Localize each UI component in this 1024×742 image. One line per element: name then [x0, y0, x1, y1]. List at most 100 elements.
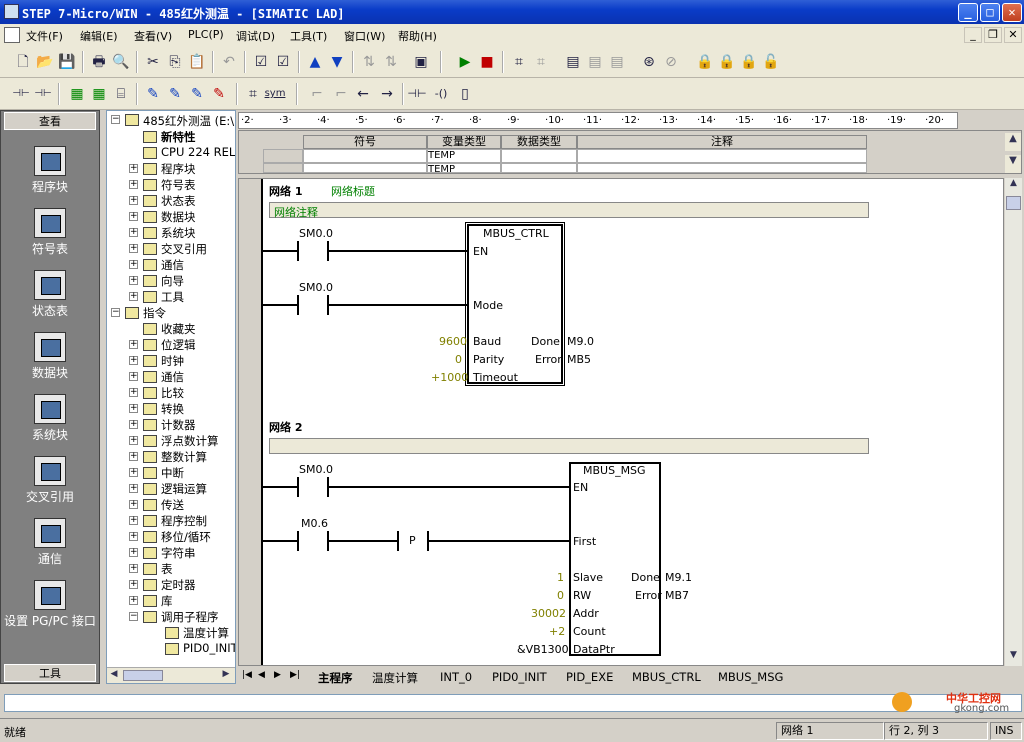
expand-icon[interactable]: +: [129, 196, 138, 205]
tree-item[interactable]: 整数计算: [161, 449, 207, 465]
network-1-label[interactable]: 网络 1: [269, 183, 302, 199]
paste-icon[interactable]: 📋: [186, 51, 208, 73]
coil-icon[interactable]: -(): [430, 83, 452, 105]
editor-vscrollbar[interactable]: ▲ ▼: [1005, 178, 1022, 666]
new-file-icon[interactable]: 🗋: [12, 51, 34, 73]
expand-icon[interactable]: +: [129, 532, 138, 541]
copy-icon[interactable]: ⎘: [164, 51, 186, 73]
table-cell[interactable]: [577, 163, 867, 173]
insert-network-icon[interactable]: ✎: [142, 83, 164, 105]
expand-icon[interactable]: +: [129, 340, 138, 349]
tree-item[interactable]: 数据块: [161, 209, 196, 225]
tree-item[interactable]: 计数器: [161, 417, 196, 433]
remove-bookmarks-icon[interactable]: ✎: [208, 83, 230, 105]
expand-icon[interactable]: +: [129, 180, 138, 189]
insert-contact-icon[interactable]: ⊣⊢: [10, 83, 32, 105]
tree-item[interactable]: 收藏夹: [161, 321, 196, 337]
mdi-close-icon[interactable]: ✕: [1004, 27, 1022, 43]
tree-item[interactable]: 库: [161, 593, 173, 609]
tab-pid-exe[interactable]: PID_EXE: [566, 670, 613, 684]
save-icon[interactable]: 💾: [56, 51, 78, 73]
expand-icon[interactable]: +: [129, 276, 138, 285]
contact-m06[interactable]: [297, 531, 299, 551]
tree-item[interactable]: 温度计算: [183, 625, 229, 641]
unlock-all-icon[interactable]: 🔒: [738, 51, 760, 73]
expand-icon[interactable]: +: [129, 596, 138, 605]
contact-n2-sm00[interactable]: [297, 477, 299, 497]
table-cell[interactable]: [501, 149, 577, 163]
tab-next-icon[interactable]: ▶: [274, 670, 281, 680]
box-icon[interactable]: ▯: [454, 83, 476, 105]
done-output-m90[interactable]: M9.0: [567, 335, 594, 348]
tab-int0[interactable]: INT_0: [440, 670, 472, 684]
tab-first-icon[interactable]: |◀: [242, 670, 252, 680]
expand-icon[interactable]: +: [129, 404, 138, 413]
chart-status-icon[interactable]: ▤: [562, 51, 584, 73]
menu-debug[interactable]: 调试(D): [236, 28, 275, 44]
toggle-bookmark-icon[interactable]: ✎: [186, 83, 208, 105]
single-read-icon[interactable]: ▤: [584, 51, 606, 73]
expand-icon[interactable]: +: [129, 372, 138, 381]
close-button[interactable]: ✕: [1002, 3, 1022, 22]
expand-icon[interactable]: +: [129, 292, 138, 301]
expand-icon[interactable]: +: [129, 356, 138, 365]
contact-icon[interactable]: ⊣⊢: [406, 83, 428, 105]
table-scroll-down-icon[interactable]: ▼: [1005, 155, 1021, 173]
nav-program-block[interactable]: 程序块: [4, 146, 96, 195]
pause-status-icon[interactable]: ⌗: [530, 51, 552, 73]
nav-set-pg-pc-interface[interactable]: 设置 PG/PC 接口: [4, 580, 96, 629]
tree-item[interactable]: 状态表: [161, 193, 196, 209]
maximize-button[interactable]: □: [980, 3, 1000, 22]
tree-item[interactable]: 表: [161, 561, 173, 577]
view-fbd-icon[interactable]: ⌸: [110, 83, 132, 105]
download-icon[interactable]: ▼: [326, 51, 348, 73]
unforce-icon[interactable]: ⊘: [660, 51, 682, 73]
lock-icon[interactable]: 🔒: [694, 51, 716, 73]
mdi-restore-icon[interactable]: ❐: [984, 27, 1002, 43]
menu-tools[interactable]: 工具(T): [290, 28, 327, 44]
tab-pid0-init[interactable]: PID0_INIT: [492, 670, 547, 684]
expand-icon[interactable]: +: [129, 452, 138, 461]
expand-icon[interactable]: +: [129, 468, 138, 477]
tree-item[interactable]: 位逻辑: [161, 337, 196, 353]
symbol-table-icon[interactable]: ⌗: [242, 83, 264, 105]
done-output-m91[interactable]: M9.1: [665, 571, 692, 584]
expand-icon[interactable]: +: [129, 580, 138, 589]
scroll-left-icon[interactable]: ◀: [107, 669, 121, 682]
collapse-icon[interactable]: −: [111, 308, 120, 317]
positive-transition[interactable]: [397, 531, 399, 551]
sort-descending-icon[interactable]: ⇅: [380, 51, 402, 73]
tree-item[interactable]: 新特性: [161, 129, 196, 145]
tab-last-icon[interactable]: ▶|: [290, 670, 300, 680]
tree-item[interactable]: 字符串: [161, 545, 196, 561]
table-cell[interactable]: [303, 149, 427, 163]
compile-icon[interactable]: ☑: [250, 51, 272, 73]
view-lad-icon[interactable]: ▦: [66, 83, 88, 105]
expand-icon[interactable]: +: [129, 500, 138, 509]
table-cell[interactable]: TEMP: [427, 149, 501, 163]
print-icon[interactable]: 🖶: [88, 51, 110, 73]
compile-all-icon[interactable]: ☑: [272, 51, 294, 73]
expand-icon[interactable]: +: [129, 244, 138, 253]
tree-item[interactable]: 中断: [161, 465, 184, 481]
tree-item[interactable]: 传送: [161, 497, 184, 513]
line-right-icon[interactable]: →: [376, 83, 398, 105]
expand-icon[interactable]: +: [129, 484, 138, 493]
dataptr-value[interactable]: &VB1300: [517, 643, 569, 656]
tree-item[interactable]: 指令: [143, 305, 166, 321]
stop-icon[interactable]: ■: [476, 51, 498, 73]
tree-project-root[interactable]: 485红外测温 (E:\: [143, 113, 234, 129]
view-stl-icon[interactable]: ▦: [88, 83, 110, 105]
contact-sm00-2[interactable]: [297, 295, 299, 315]
expand-icon[interactable]: +: [129, 228, 138, 237]
timeout-value[interactable]: +1000: [431, 371, 468, 384]
expand-icon[interactable]: +: [129, 164, 138, 173]
collapse-icon[interactable]: −: [129, 612, 138, 621]
expand-icon[interactable]: +: [129, 212, 138, 221]
menu-window[interactable]: 窗口(W): [344, 28, 385, 44]
tree-item[interactable]: 比较: [161, 385, 184, 401]
expand-icon[interactable]: +: [129, 548, 138, 557]
network-1-comment[interactable]: 网络注释: [269, 202, 869, 219]
tree-item[interactable]: 符号表: [161, 177, 196, 193]
tree-scroll-thumb[interactable]: [123, 670, 163, 681]
